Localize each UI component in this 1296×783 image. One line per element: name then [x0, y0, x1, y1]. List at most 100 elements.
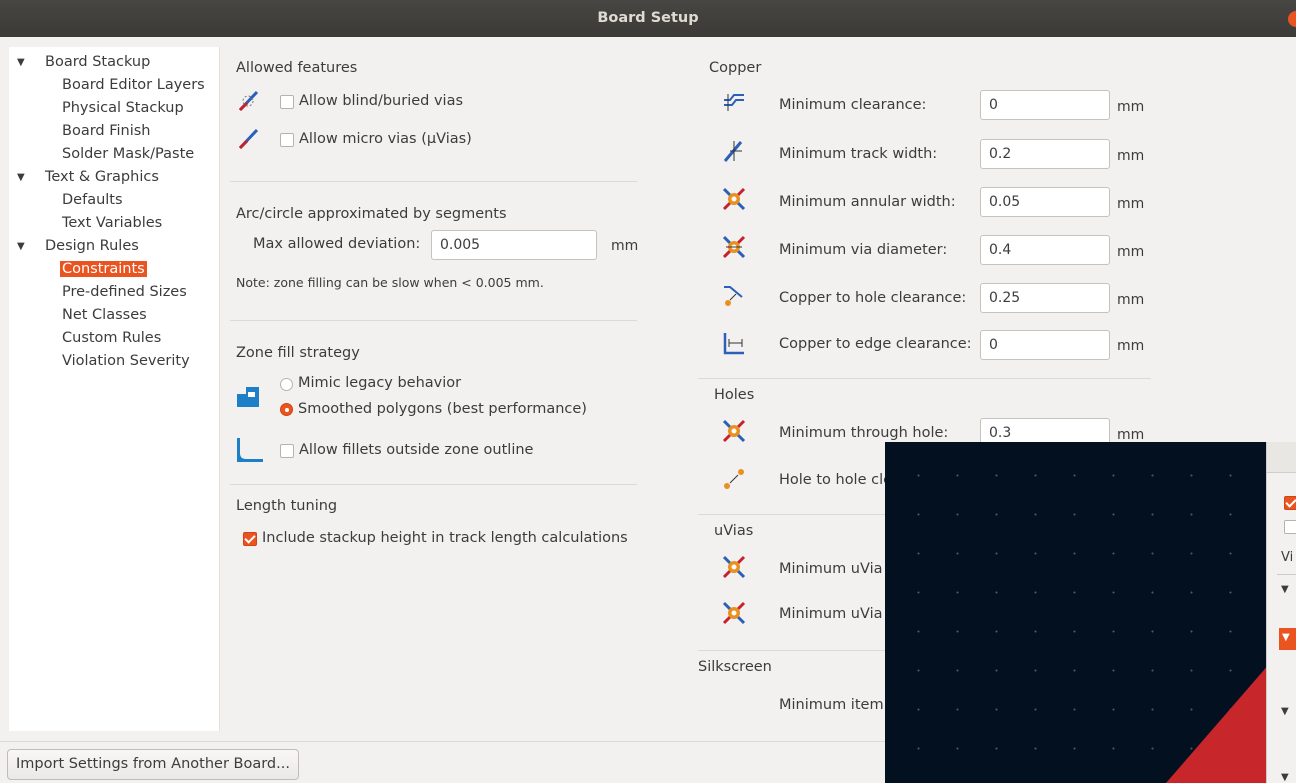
- expand-arrow-icon[interactable]: ▼: [17, 235, 29, 258]
- tree-item-text-variables[interactable]: Text Variables: [62, 212, 162, 235]
- settings-tree: ▼ Board Stackup Board Editor Layers Phys…: [9, 47, 220, 731]
- footer-divider: [0, 741, 885, 742]
- annular-width-icon: [722, 187, 746, 211]
- tree-item-defaults[interactable]: Defaults: [62, 189, 123, 212]
- expand-arrow-icon[interactable]: ▼: [1281, 584, 1289, 595]
- zone-fill-note: Note: zone filling can be slow when < 0.…: [236, 275, 544, 290]
- max-deviation-unit: mm: [611, 238, 639, 254]
- expand-arrow-icon[interactable]: ▼: [17, 51, 29, 74]
- uvias-title: uVias: [714, 523, 754, 539]
- edge-clearance-unit: mm: [1117, 338, 1145, 354]
- divider: [698, 378, 1151, 379]
- import-settings-button[interactable]: Import Settings from Another Board...: [7, 749, 299, 780]
- edge-clearance-label: Copper to edge clearance:: [779, 336, 972, 352]
- hole-to-hole-icon: [724, 469, 744, 489]
- panel-tab-partial[interactable]: Vi: [1281, 550, 1293, 565]
- expand-arrow-icon[interactable]: ▼: [1281, 706, 1289, 717]
- close-icon[interactable]: [1288, 11, 1296, 27]
- fillet-icon: [237, 438, 263, 462]
- min-uvia-hole-label: Minimum uVia: [779, 561, 883, 577]
- tree-item-custom-rules[interactable]: Custom Rules: [62, 327, 161, 350]
- tree-item-solder-mask-paste[interactable]: Solder Mask/Paste: [62, 143, 194, 166]
- micro-vias-checkbox[interactable]: [280, 133, 294, 147]
- tree-item-net-classes[interactable]: Net Classes: [62, 304, 147, 327]
- min-via-diameter-unit: mm: [1117, 244, 1145, 260]
- zone-fill-title: Zone fill strategy: [236, 345, 360, 361]
- length-tuning-title: Length tuning: [236, 498, 338, 514]
- hole-clearance-label: Copper to hole clearance:: [779, 290, 967, 306]
- divider: [230, 320, 637, 321]
- hole-to-hole-label: Hole to hole cle: [779, 472, 893, 488]
- appearance-panel-partial: Vi ▼ ▼ ▼ ▼: [1266, 442, 1296, 783]
- tree-item-board-finish[interactable]: Board Finish: [62, 120, 151, 143]
- panel-checkbox[interactable]: [1284, 520, 1296, 534]
- tree-item-constraints[interactable]: Constraints: [60, 258, 147, 281]
- smoothed-radio[interactable]: [280, 403, 293, 416]
- selected-row[interactable]: ▼: [1279, 628, 1296, 650]
- micro-via-icon: [238, 128, 259, 150]
- tree-item-design-rules[interactable]: Design Rules: [45, 235, 139, 258]
- tree-item-board-editor-layers[interactable]: Board Editor Layers: [62, 74, 205, 97]
- min-annular-width-label: Minimum annular width:: [779, 194, 956, 210]
- expand-arrow-icon[interactable]: ▼: [1281, 772, 1289, 783]
- edge-clearance-input[interactable]: 0: [980, 330, 1110, 360]
- uvia-hole-icon: [722, 555, 746, 579]
- tree-item-predefined-sizes[interactable]: Pre-defined Sizes: [62, 281, 187, 304]
- silkscreen-title: Silkscreen: [698, 659, 772, 675]
- panel-header: [1267, 442, 1296, 473]
- edge-clearance-icon: [723, 333, 744, 355]
- legacy-label: Mimic legacy behavior: [298, 375, 462, 391]
- clearance-icon: [724, 94, 744, 111]
- min-item-label: Minimum item: [779, 697, 884, 713]
- divider: [698, 514, 888, 515]
- min-via-diameter-label: Minimum via diameter:: [779, 242, 948, 258]
- expand-arrow-icon: ▼: [1282, 632, 1290, 643]
- min-clearance-label: Minimum clearance:: [779, 97, 927, 113]
- hole-clearance-icon: [724, 286, 743, 306]
- min-annular-width-unit: mm: [1117, 196, 1145, 212]
- smoothed-label: Smoothed polygons (best performance): [298, 401, 587, 417]
- blind-vias-label: Allow blind/buried vias: [299, 93, 464, 109]
- holes-title: Holes: [714, 387, 755, 403]
- hole-clearance-unit: mm: [1117, 292, 1145, 308]
- uvia-diameter-icon: [722, 601, 746, 625]
- hole-clearance-input[interactable]: 0.25: [980, 283, 1110, 313]
- copper-title: Copper: [709, 60, 762, 76]
- tree-item-physical-stackup[interactable]: Physical Stackup: [62, 97, 184, 120]
- min-track-width-label: Minimum track width:: [779, 146, 938, 162]
- legacy-radio[interactable]: [280, 378, 293, 391]
- tree-item-board-stackup[interactable]: Board Stackup: [45, 51, 150, 74]
- fillets-label: Allow fillets outside zone outline: [299, 442, 534, 458]
- min-via-diameter-input[interactable]: 0.4: [980, 235, 1110, 265]
- title-bar: Board Setup: [0, 0, 1296, 37]
- max-deviation-input[interactable]: 0.005: [431, 230, 597, 260]
- tree-item-violation-severity[interactable]: Violation Severity: [62, 350, 190, 373]
- min-track-width-input[interactable]: 0.2: [980, 139, 1110, 169]
- track-width-icon: [723, 141, 743, 162]
- window-title: Board Setup: [597, 10, 699, 26]
- divider: [230, 484, 637, 485]
- pcb-canvas-overlay[interactable]: [885, 442, 1296, 783]
- stackup-height-label: Include stackup height in track length c…: [262, 530, 628, 546]
- blind-via-icon: [238, 90, 259, 112]
- arc-section-title: Arc/circle approximated by segments: [236, 206, 507, 222]
- via-diameter-icon: [722, 235, 746, 259]
- panel-checkbox[interactable]: [1284, 496, 1296, 510]
- min-annular-width-input[interactable]: 0.05: [980, 187, 1110, 217]
- divider: [230, 181, 637, 182]
- expand-arrow-icon[interactable]: ▼: [17, 166, 29, 189]
- tree-item-text-graphics[interactable]: Text & Graphics: [45, 166, 159, 189]
- min-through-hole-unit: mm: [1117, 427, 1145, 443]
- through-hole-icon: [722, 419, 746, 443]
- min-clearance-input[interactable]: 0: [980, 90, 1110, 120]
- blind-vias-checkbox[interactable]: [280, 95, 294, 109]
- divider: [1277, 574, 1296, 575]
- divider: [698, 650, 888, 651]
- min-through-hole-label: Minimum through hole:: [779, 425, 949, 441]
- max-deviation-label: Max allowed deviation:: [253, 236, 421, 252]
- fillets-checkbox[interactable]: [280, 444, 294, 458]
- micro-vias-label: Allow micro vias (μVias): [299, 131, 472, 147]
- stackup-height-checkbox[interactable]: [243, 532, 257, 546]
- allowed-features-title: Allowed features: [236, 60, 358, 76]
- min-track-width-unit: mm: [1117, 148, 1145, 164]
